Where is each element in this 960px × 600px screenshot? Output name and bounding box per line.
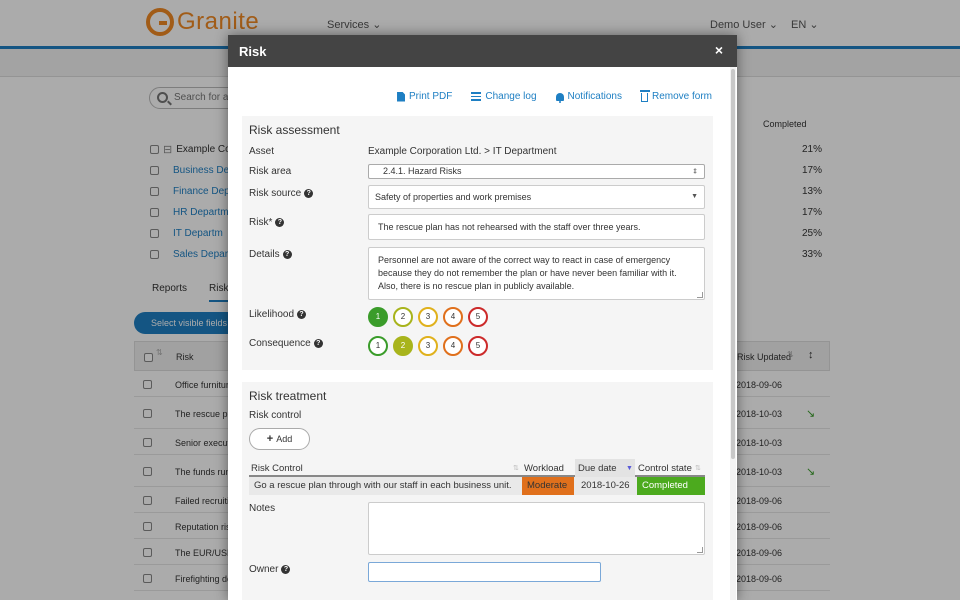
likelihood-option[interactable]: 1 bbox=[368, 307, 388, 327]
column-header-risk-control[interactable]: Risk Control bbox=[251, 463, 303, 474]
consequence-option[interactable]: 3 bbox=[418, 336, 438, 356]
workload-badge: Moderate bbox=[522, 477, 574, 495]
consequence-option[interactable]: 4 bbox=[443, 336, 463, 356]
add-button-label: Add bbox=[276, 434, 293, 444]
table-row[interactable]: Go a rescue plan through with our staff … bbox=[249, 477, 705, 495]
control-state-badge: Completed bbox=[637, 477, 705, 495]
plus-icon: + bbox=[266, 433, 274, 445]
remove-form-label: Remove form bbox=[651, 91, 712, 102]
print-pdf-label: Print PDF bbox=[409, 91, 453, 102]
likelihood-label-group: Likelihood ? bbox=[249, 309, 307, 320]
section-title: Risk assessment bbox=[249, 123, 340, 137]
risk-control-table: Risk Control ⇅ Workload Due date ▼ Contr… bbox=[249, 459, 705, 495]
risk-area-select[interactable]: 2.4.1. Hazard Risks ⇕ bbox=[368, 164, 705, 179]
consequence-option[interactable]: 2 bbox=[393, 336, 413, 356]
notifications-label: Notifications bbox=[567, 91, 622, 102]
sort-descending-icon[interactable]: ▼ bbox=[626, 465, 633, 472]
help-icon[interactable]: ? bbox=[313, 339, 323, 348]
control-cell: Go a rescue plan through with our staff … bbox=[254, 480, 512, 491]
help-icon[interactable]: ? bbox=[275, 218, 285, 227]
column-header-workload[interactable]: Workload bbox=[524, 463, 564, 474]
consequence-scale: 1 2 3 4 5 bbox=[368, 336, 488, 356]
help-icon[interactable]: ? bbox=[282, 250, 292, 259]
risk-label: Risk* bbox=[249, 217, 273, 228]
sort-icon[interactable]: ⇅ bbox=[513, 464, 519, 472]
file-pdf-icon bbox=[397, 91, 406, 102]
details-text: Personnel are not aware of the correct w… bbox=[378, 255, 677, 291]
trash-icon bbox=[639, 90, 650, 102]
resize-grip-icon[interactable] bbox=[697, 547, 703, 553]
notes-label: Notes bbox=[249, 503, 276, 514]
owner-input[interactable] bbox=[368, 562, 601, 582]
risk-assessment-panel: Risk assessment Asset Example Corporatio… bbox=[242, 116, 713, 370]
help-icon[interactable]: ? bbox=[281, 565, 291, 574]
modal-actions: Print PDF Change log Notifications Remov… bbox=[397, 90, 712, 103]
details-label-group: Details ? bbox=[249, 249, 292, 260]
owner-label: Owner bbox=[249, 564, 279, 575]
risk-area-label: Risk area bbox=[249, 166, 292, 177]
modal-header: Risk × bbox=[228, 35, 737, 67]
risk-control-label: Risk control bbox=[249, 410, 302, 421]
likelihood-option[interactable]: 4 bbox=[443, 307, 463, 327]
table-header: Risk Control ⇅ Workload Due date ▼ Contr… bbox=[249, 459, 705, 477]
print-pdf-link[interactable]: Print PDF bbox=[397, 91, 452, 102]
asset-value: Example Corporation Ltd. > IT Department bbox=[368, 146, 557, 157]
asset-label: Asset bbox=[249, 146, 275, 157]
column-header-label: Control state bbox=[638, 463, 692, 474]
risk-source-select[interactable]: Safety of properties and work premises ▼ bbox=[368, 185, 705, 209]
risk-source-label: Risk source bbox=[249, 188, 302, 199]
consequence-label-group: Consequence ? bbox=[249, 338, 323, 349]
list-icon bbox=[471, 92, 482, 101]
column-header-control-state[interactable]: Control state bbox=[638, 463, 692, 474]
sort-icon[interactable]: ⇅ bbox=[695, 464, 701, 472]
consequence-label: Consequence bbox=[249, 338, 311, 349]
modal-scrollbar[interactable] bbox=[730, 67, 736, 600]
notifications-link[interactable]: Notifications bbox=[555, 91, 622, 103]
likelihood-option[interactable]: 3 bbox=[418, 307, 438, 327]
change-log-link[interactable]: Change log bbox=[471, 91, 537, 102]
details-textarea[interactable]: Personnel are not aware of the correct w… bbox=[368, 247, 705, 300]
risk-source-value: Safety of properties and work premises bbox=[375, 192, 532, 202]
risk-modal: Risk × Print PDF Change log Notification… bbox=[228, 35, 737, 600]
help-icon[interactable]: ? bbox=[297, 310, 307, 319]
consequence-option[interactable]: 5 bbox=[468, 336, 488, 356]
modal-title: Risk bbox=[239, 44, 267, 59]
select-arrows-icon: ⇕ bbox=[692, 168, 698, 175]
column-header-label: Risk Control bbox=[251, 463, 303, 474]
likelihood-scale: 1 2 3 4 5 bbox=[368, 307, 488, 327]
notes-textarea[interactable] bbox=[368, 502, 705, 555]
due-date-cell: 2018-10-26 bbox=[581, 480, 630, 491]
column-header-label: Due date bbox=[578, 463, 617, 474]
scrollbar-thumb[interactable] bbox=[731, 69, 735, 459]
remove-form-link[interactable]: Remove form bbox=[639, 90, 712, 102]
likelihood-option[interactable]: 2 bbox=[393, 307, 413, 327]
risk-label-group: Risk* ? bbox=[249, 217, 285, 228]
add-control-button[interactable]: + Add bbox=[249, 428, 310, 450]
section-title: Risk treatment bbox=[249, 389, 327, 403]
help-icon[interactable]: ? bbox=[304, 189, 314, 198]
risk-input-value: The rescue plan has not rehearsed with t… bbox=[378, 222, 641, 232]
change-log-label: Change log bbox=[485, 91, 537, 102]
risk-source-label-group: Risk source ? bbox=[249, 188, 314, 199]
resize-grip-icon[interactable] bbox=[697, 292, 703, 298]
details-label: Details bbox=[249, 249, 280, 260]
owner-label-group: Owner ? bbox=[249, 564, 291, 575]
bell-icon bbox=[555, 92, 564, 103]
consequence-option[interactable]: 1 bbox=[368, 336, 388, 356]
risk-input[interactable]: The rescue plan has not rehearsed with t… bbox=[368, 214, 705, 240]
close-icon[interactable]: × bbox=[715, 42, 723, 58]
chevron-down-icon: ▼ bbox=[691, 193, 698, 200]
risk-area-value: 2.4.1. Hazard Risks bbox=[383, 166, 462, 176]
risk-treatment-panel: Risk treatment Risk control + Add Risk Co… bbox=[242, 382, 713, 600]
likelihood-option[interactable]: 5 bbox=[468, 307, 488, 327]
column-header-label: Workload bbox=[524, 463, 564, 474]
column-header-due-date[interactable]: Due date bbox=[578, 463, 617, 474]
likelihood-label: Likelihood bbox=[249, 309, 295, 320]
